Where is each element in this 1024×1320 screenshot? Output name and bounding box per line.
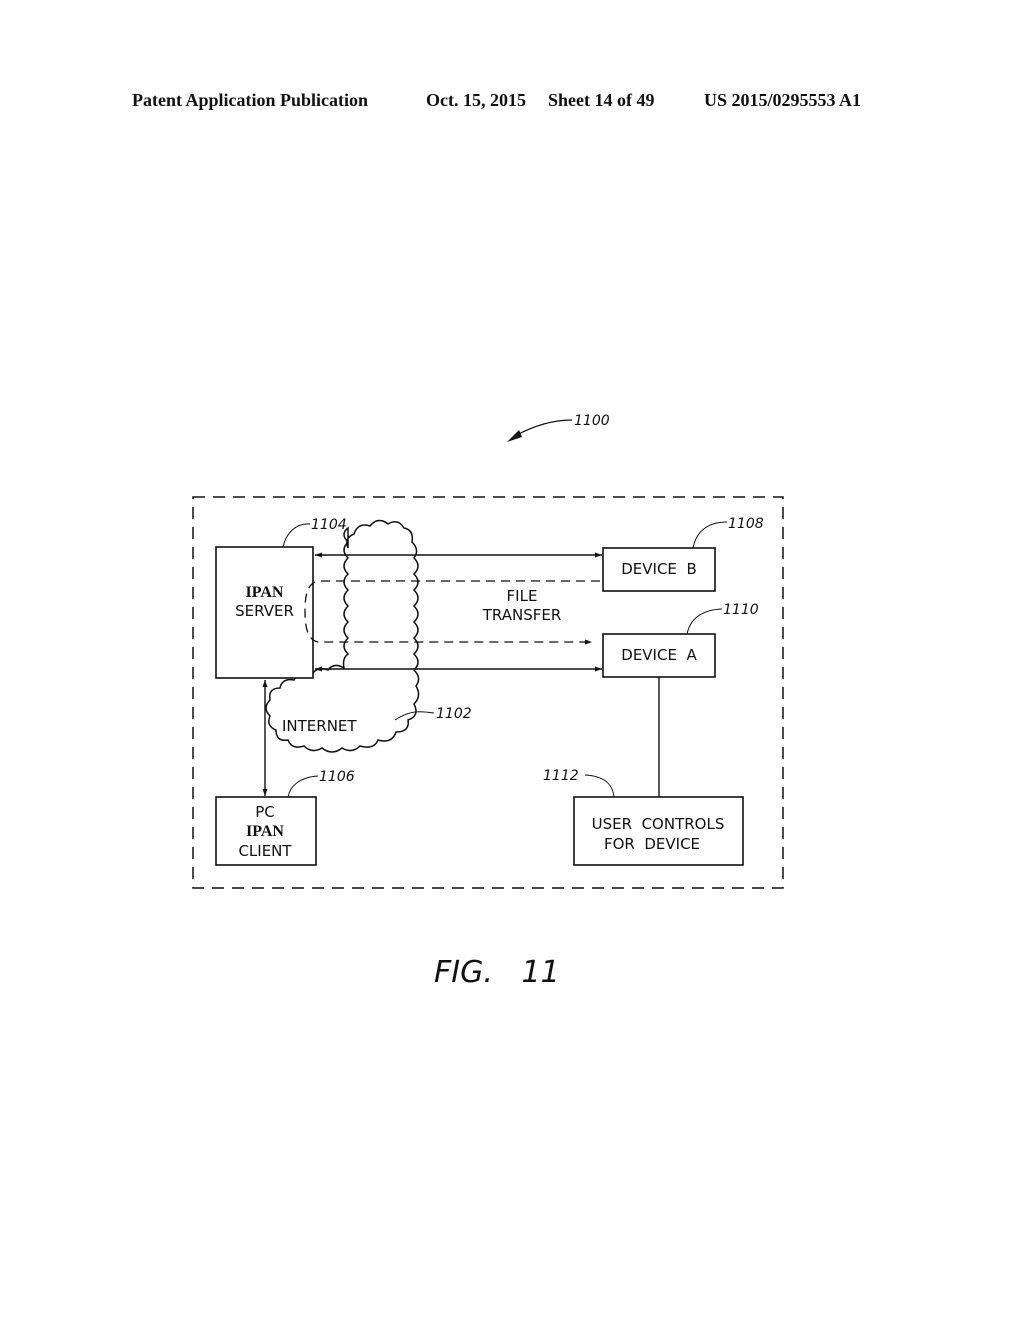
- file-transfer-label-2: TRANSFER: [482, 606, 562, 624]
- leader-line-1106: [287, 775, 319, 798]
- device-b-label: DEVICE B: [621, 560, 697, 578]
- arrowhead-icon: [507, 430, 522, 442]
- patent-diagram: 1100 INTERNET 1102 IPAN SERVER 1104 FILE…: [192, 413, 784, 990]
- ref-1110: 1110: [723, 602, 759, 618]
- ref-1106: 1106: [319, 769, 355, 785]
- ref-1108: 1108: [728, 516, 764, 532]
- ref-1104: 1104: [311, 517, 347, 533]
- system-reference: 1100: [507, 413, 610, 442]
- figure-caption: FIG. 11: [434, 955, 560, 990]
- leader-line-1108: [692, 521, 728, 549]
- device-a-label: DEVICE A: [621, 646, 697, 664]
- user-controls-label-2: FOR DEVICE: [604, 835, 700, 853]
- ref-1112: 1112: [543, 768, 579, 784]
- pc-client-label-3: CLIENT: [238, 842, 292, 860]
- ref-1100: 1100: [574, 413, 610, 429]
- pc-client-label-2: IPAN: [246, 823, 284, 840]
- leader-line: [514, 419, 573, 437]
- leader-line-1104: [282, 523, 311, 548]
- internet-label: INTERNET: [282, 717, 357, 735]
- file-transfer-label-1: FILE: [507, 587, 538, 605]
- user-controls-label-1: USER CONTROLS: [592, 815, 725, 833]
- pc-client-label-1: PC: [255, 803, 275, 821]
- ipan-server-label-2: SERVER: [235, 602, 294, 620]
- leader-line-1112: [584, 774, 615, 798]
- ref-1102: 1102: [436, 706, 472, 722]
- leader-line-1110: [686, 608, 723, 635]
- ipan-server-label-1: IPAN: [246, 584, 284, 601]
